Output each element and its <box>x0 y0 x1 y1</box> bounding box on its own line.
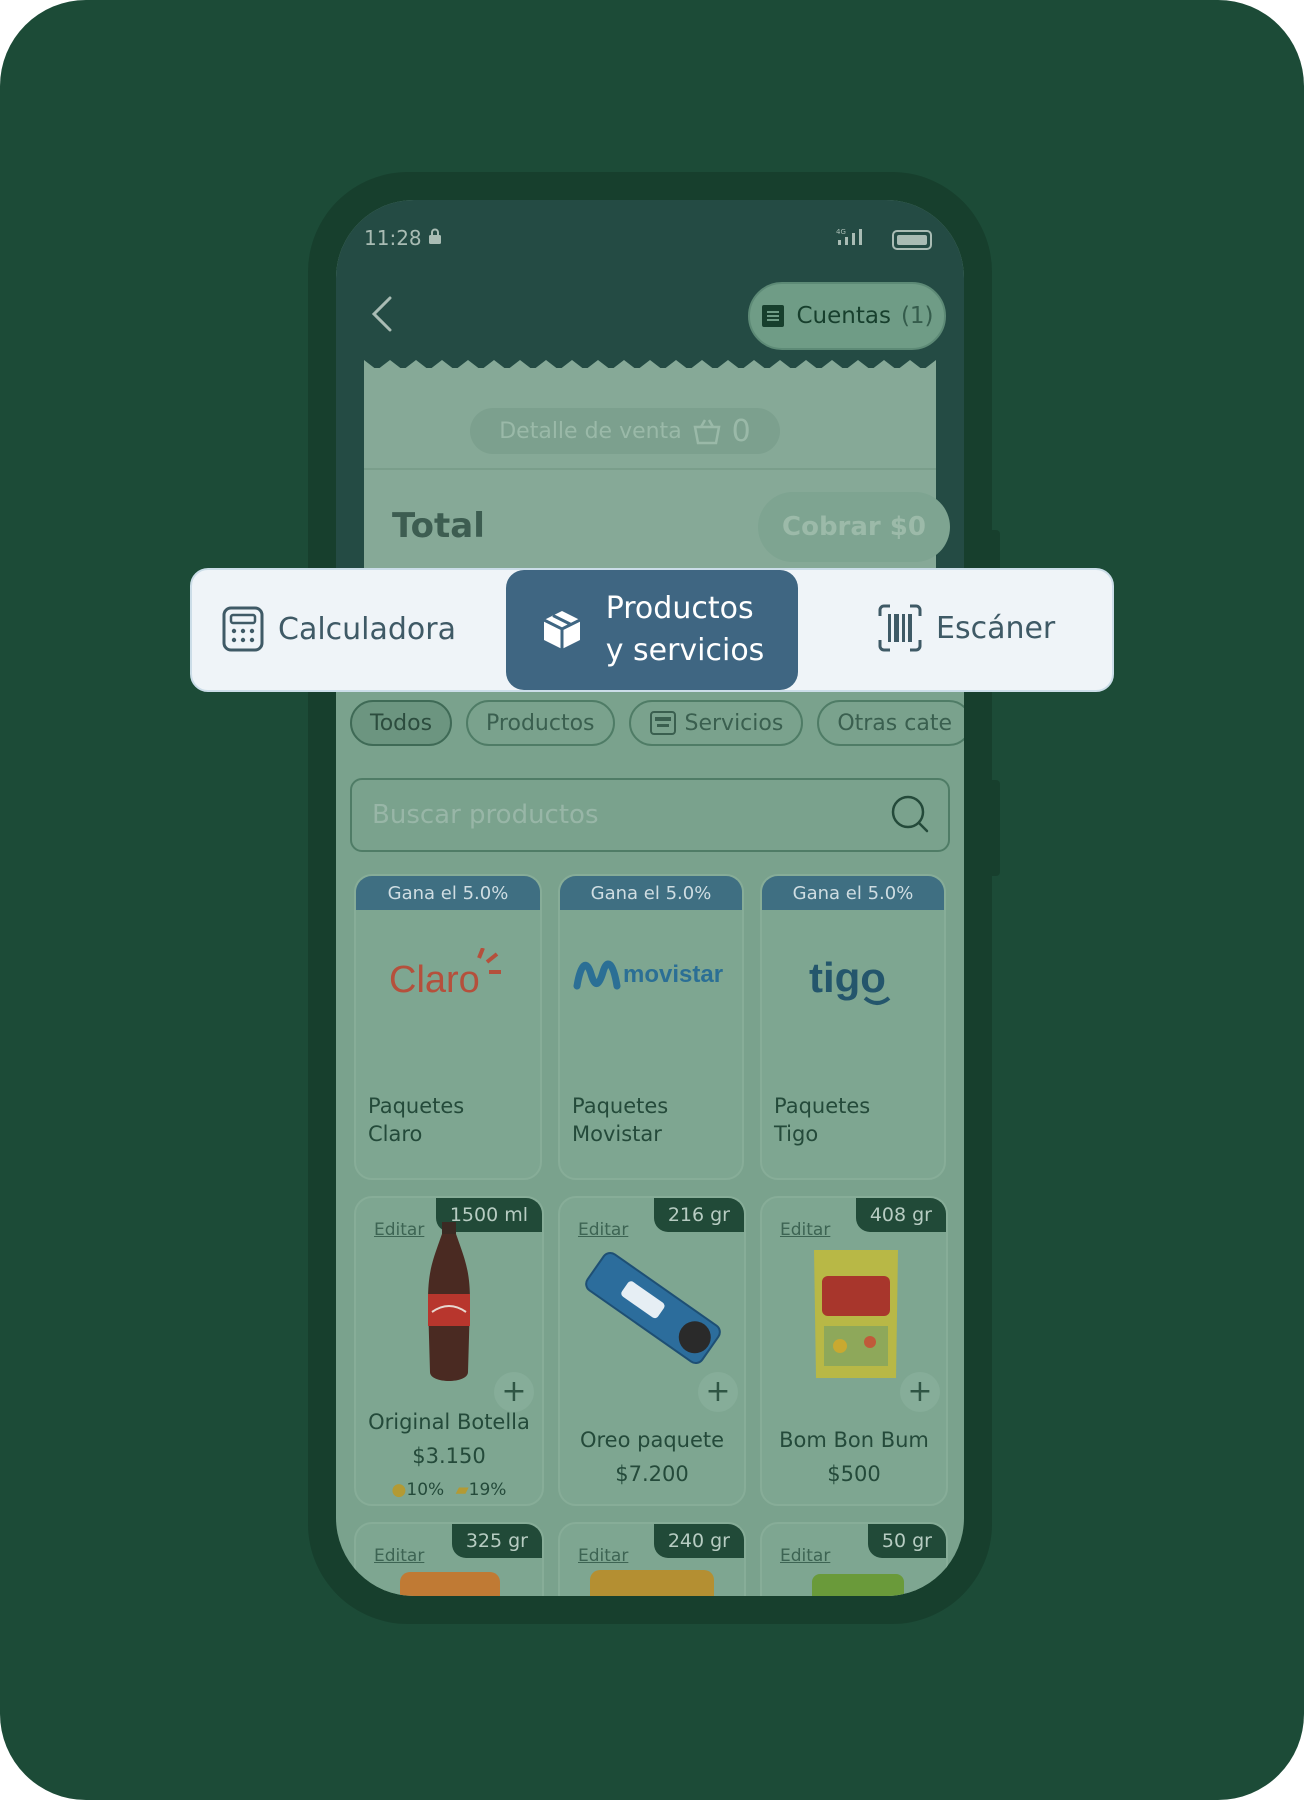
cuentas-button[interactable]: Cuentas (1) <box>748 282 946 350</box>
package-card-claro[interactable]: Gana el 5.0% Claro Paquetes Claro <box>354 874 542 1180</box>
package-card-tigo[interactable]: Gana el 5.0% tigo Paquetes Tigo <box>760 874 946 1180</box>
receipt-icon <box>762 305 785 327</box>
tigo-wordmark: tigo <box>809 954 886 1001</box>
tax-bill-icon: ▰ <box>455 1480 469 1500</box>
product-name: Oreo paquete <box>579 1428 725 1452</box>
product-card[interactable]: Editar 1500 ml + Original Botella $3.150… <box>354 1196 544 1506</box>
movistar-logo: movistar <box>560 948 742 998</box>
product-name: Original Botella <box>368 1410 530 1434</box>
tax-coin-icon: ● <box>391 1480 407 1500</box>
calculator-icon <box>222 606 264 652</box>
segment-escaner[interactable]: Escáner <box>878 604 1055 652</box>
status-bar: 11:28 4G <box>364 226 936 256</box>
earn-badge: Gana el 5.0% <box>762 876 944 910</box>
tax-info: ●10% ▰19% <box>391 1480 507 1500</box>
search-icon[interactable] <box>890 794 930 834</box>
package-card-movistar[interactable]: Gana el 5.0% movistar Paquetes Movistar <box>558 874 744 1180</box>
search-placeholder: Buscar productos <box>372 800 599 830</box>
coca-cola-bottle-image <box>428 1222 470 1381</box>
edit-link[interactable]: Editar <box>578 1220 628 1240</box>
phone-side-button <box>990 780 1000 876</box>
mode-segmented-control: Calculadora Productos y servicios Escáne… <box>190 568 1114 692</box>
claro-logo: Claro <box>356 948 540 1008</box>
category-chips: Todos Productos Servicios Otras cate <box>350 700 964 750</box>
chip-todos[interactable]: Todos <box>350 700 453 746</box>
battery-icon <box>892 230 932 250</box>
product-card[interactable]: Editar 216 gr + Oreo paquete $7.200 <box>558 1196 746 1506</box>
bom-bon-bum-bag-image <box>814 1250 898 1378</box>
tigo-logo: tigo <box>762 948 944 1018</box>
chip-productos[interactable]: Productos <box>466 700 615 746</box>
segment-label: Calculadora <box>278 611 457 647</box>
movistar-wordmark: movistar <box>623 961 723 988</box>
back-chevron-icon[interactable] <box>366 296 398 332</box>
product-card[interactable]: Editar 240 gr <box>558 1522 746 1596</box>
add-button[interactable]: + <box>900 1372 940 1412</box>
product-card[interactable]: Editar 408 gr + Bom Bon Bum $500 <box>760 1196 948 1506</box>
product-image <box>812 1574 904 1596</box>
basket-icon <box>693 419 721 445</box>
segment-productos-y-servicios[interactable]: Productos y servicios <box>506 570 798 690</box>
edit-link[interactable]: Editar <box>374 1220 424 1240</box>
edit-link[interactable]: Editar <box>780 1220 830 1240</box>
product-card[interactable]: Editar 50 gr <box>760 1522 948 1596</box>
box-icon <box>543 611 581 649</box>
barcode-scanner-icon <box>878 604 922 652</box>
earn-badge: Gana el 5.0% <box>356 876 540 910</box>
chip-label: Productos <box>486 710 595 736</box>
receipt-divider <box>364 468 936 470</box>
size-tag: 325 gr <box>451 1524 542 1558</box>
cuentas-label: Cuentas <box>796 303 891 329</box>
search-input[interactable]: Buscar productos <box>350 778 950 852</box>
claro-wordmark: Claro <box>389 959 480 1001</box>
edit-link[interactable]: Editar <box>578 1546 628 1566</box>
segment-label: Escáner <box>936 610 1056 646</box>
basket-count: 0 <box>731 413 751 449</box>
network-label: 4G <box>836 228 846 236</box>
chip-otras-categorias[interactable]: Otras cate <box>817 700 964 746</box>
size-tag: 240 gr <box>653 1524 744 1558</box>
add-button[interactable]: + <box>698 1372 738 1412</box>
edit-link[interactable]: Editar <box>780 1546 830 1566</box>
cuentas-count: (1) <box>900 303 934 329</box>
detalle-label: Detalle de venta <box>499 418 682 444</box>
product-name: Bom Bon Bum <box>779 1428 929 1452</box>
size-tag: 50 gr <box>867 1524 946 1558</box>
add-button[interactable]: + <box>494 1372 534 1412</box>
product-card[interactable]: Editar 325 gr <box>354 1522 544 1596</box>
size-tag: 408 gr <box>855 1198 946 1232</box>
product-image <box>400 1572 500 1596</box>
chip-label: Servicios <box>684 710 784 736</box>
segment-label: Productos y servicios <box>605 591 765 668</box>
package-name: Paquetes Tigo <box>774 1094 871 1146</box>
status-time: 11:28 <box>364 226 422 250</box>
product-image <box>590 1570 714 1596</box>
earn-badge: Gana el 5.0% <box>560 876 742 910</box>
chip-servicios[interactable]: Servicios <box>628 700 804 746</box>
total-label: Total <box>392 506 485 546</box>
oreo-package-image <box>585 1251 721 1365</box>
chip-label: Otras cate <box>837 710 952 736</box>
lock-icon <box>429 228 441 244</box>
app-screen: 11:28 4G Cuentas (1) Detalle de venta 0 … <box>336 200 964 1596</box>
product-price: $500 <box>827 1462 881 1486</box>
segment-calculadora[interactable]: Calculadora <box>222 606 456 652</box>
cobrar-button[interactable]: Cobrar $0 <box>758 492 950 562</box>
signal-icon: 4G <box>836 226 866 251</box>
package-name: Paquetes Movistar <box>572 1094 669 1146</box>
edit-link[interactable]: Editar <box>374 1546 424 1566</box>
streaming-card-icon <box>649 711 676 735</box>
product-price: $7.200 <box>615 1462 689 1486</box>
product-price: $3.150 <box>412 1444 486 1468</box>
detalle-de-venta-button[interactable]: Detalle de venta 0 <box>470 408 780 454</box>
package-name: Paquetes Claro <box>368 1094 465 1146</box>
chip-label: Todos <box>370 710 433 736</box>
size-tag: 216 gr <box>653 1198 744 1232</box>
